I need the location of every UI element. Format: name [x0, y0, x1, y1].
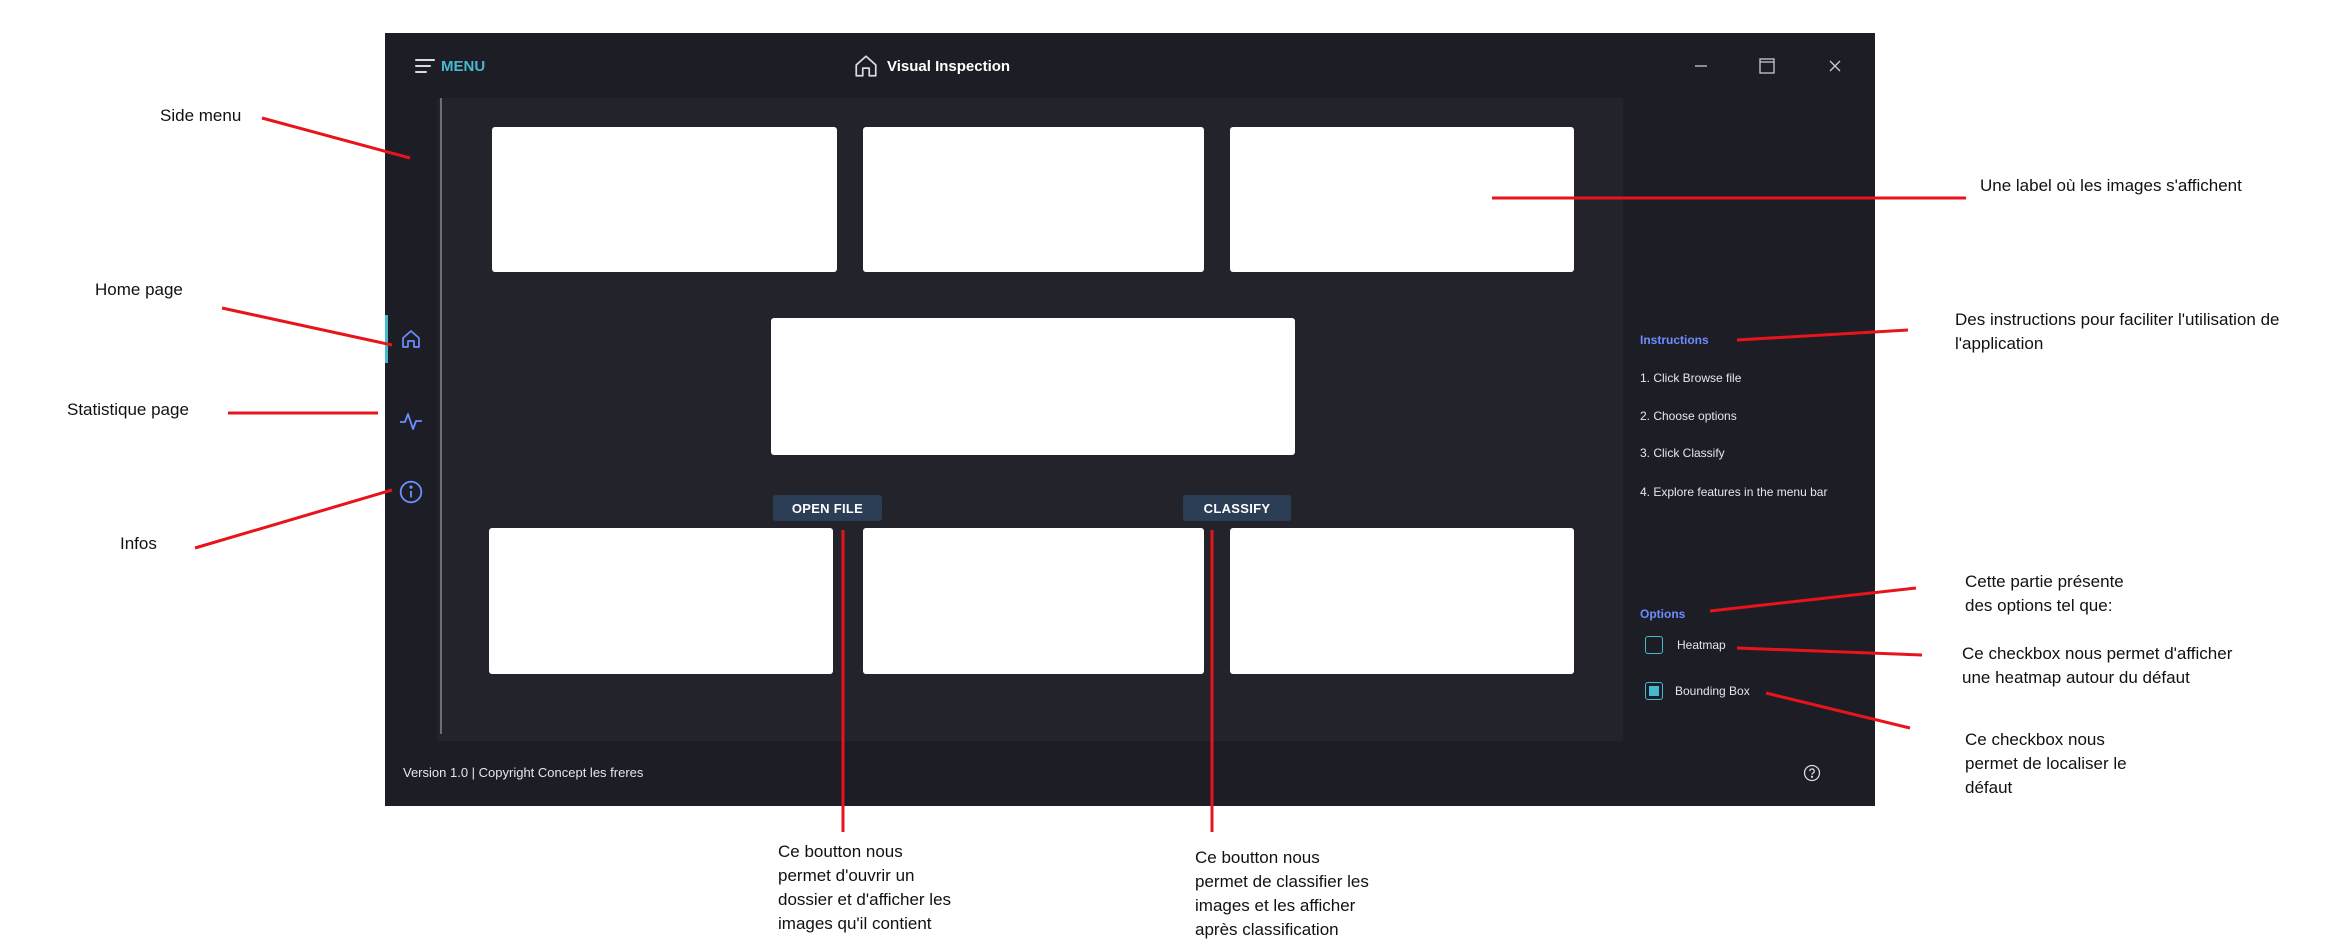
annotation-line: [194, 488, 393, 550]
annotation-text: des options tel que:: [1965, 596, 2113, 615]
annotation-image-label: Une label où les images s'affichent: [1980, 176, 2242, 195]
annotation-instructions: Des instructions pour faciliter l'utilis…: [1955, 308, 2280, 356]
annotation-classify: Ce boutton nous permet de classifier les…: [1195, 846, 1369, 942]
annotation-text: l'application: [1955, 334, 2044, 353]
annotation-line: [1765, 691, 1911, 730]
annotation-line: [1709, 586, 1917, 613]
annotation-text: défaut: [1965, 778, 2013, 797]
annotation-line: [1736, 328, 1909, 342]
annotation-infos: Infos: [120, 534, 157, 553]
annotation-text: Ce boutton nous: [778, 842, 903, 861]
annotation-home-page: Home page: [95, 280, 183, 299]
annotation-text: permet de localiser le: [1965, 754, 2127, 773]
annotation-statistique-page: Statistique page: [67, 400, 189, 419]
annotation-text: Ce checkbox nous: [1965, 730, 2105, 749]
annotation-text: Ce boutton nous: [1195, 848, 1320, 867]
annotation-text: Des instructions pour faciliter l'utilis…: [1955, 310, 2280, 329]
annotation-text: permet de classifier les: [1195, 872, 1369, 891]
annotation-line: [1736, 646, 1923, 657]
annotation-open-file: Ce boutton nous permet d'ouvrir un dossi…: [778, 840, 951, 936]
annotation-side-menu: Side menu: [160, 106, 242, 125]
annotation-options: Cette partie présente des options tel qu…: [1965, 570, 2124, 618]
annotation-text: une heatmap autour du défaut: [1962, 668, 2190, 687]
annotation-text: permet d'ouvrir un: [778, 866, 915, 885]
annotation-lines: [194, 116, 1966, 832]
annotation-text: Ce checkbox nous permet d'afficher: [1962, 644, 2233, 663]
annotation-text: Cette partie présente: [1965, 572, 2124, 591]
annotation-text: images qu'il contient: [778, 914, 932, 933]
annotation-line: [221, 306, 393, 347]
annotation-heatmap: Ce checkbox nous permet d'afficher une h…: [1962, 642, 2232, 690]
annotation-bounding-box: Ce checkbox nous permet de localiser le …: [1965, 728, 2127, 800]
annotation-line: [261, 116, 411, 160]
annotation-text: images et les afficher: [1195, 896, 1356, 915]
annotation-text: après classification: [1195, 920, 1339, 939]
annotation-text: dossier et d'afficher les: [778, 890, 952, 909]
